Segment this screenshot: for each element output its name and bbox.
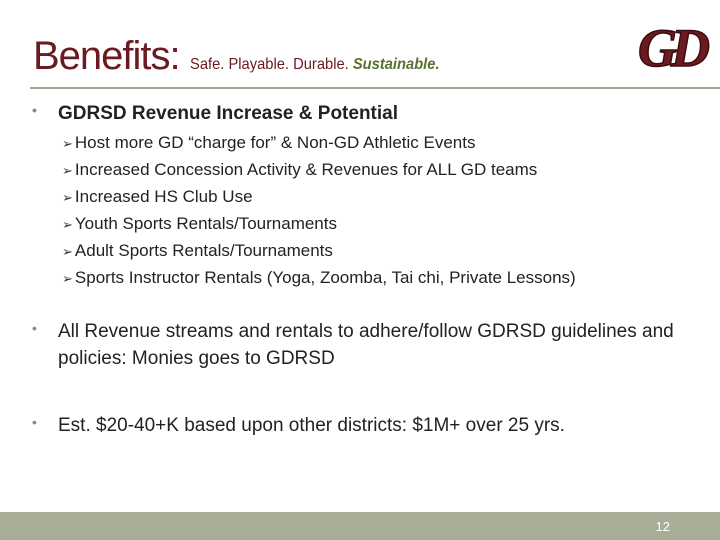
sub-item: ➢ Host more GD “charge for” & Non-GD Athl… bbox=[62, 133, 476, 152]
gd-logo: GD bbox=[637, 17, 710, 76]
sub-item: ➢ Increased HS Club Use bbox=[62, 187, 253, 206]
sub-item: ➢ Youth Sports Rentals/Tournaments bbox=[62, 214, 337, 233]
bullet-revenue-streams: • All Revenue streams and rentals to adh… bbox=[32, 319, 692, 372]
arrow-bullet-icon: ➢ bbox=[62, 190, 73, 205]
arrow-bullet-icon: ➢ bbox=[62, 271, 73, 286]
bullet-dot-icon: • bbox=[32, 102, 37, 118]
bullet-dot-icon: • bbox=[32, 320, 37, 336]
logo-text: GD bbox=[638, 18, 709, 76]
page-number: 12 bbox=[655, 519, 670, 534]
sub-item: ➢ Adult Sports Rentals/Tournaments bbox=[62, 241, 333, 260]
title-divider bbox=[30, 87, 720, 89]
bullet-text: Est. $20-40+K based upon other districts… bbox=[58, 415, 565, 436]
sub-item: ➢ Increased Concession Activity & Revenue… bbox=[62, 160, 538, 179]
bullet-text: GDRSD Revenue Increase & Potential bbox=[58, 103, 398, 124]
subtitle-emphasis: Sustainable. bbox=[352, 56, 440, 73]
footer-bar: 12 bbox=[0, 512, 720, 540]
arrow-bullet-icon: ➢ bbox=[62, 163, 73, 178]
arrow-bullet-icon: ➢ bbox=[62, 244, 73, 259]
bullet-text: All Revenue streams and rentals to adher… bbox=[58, 321, 674, 369]
bullet-estimate: • Est. $20-40+K based upon other distric… bbox=[32, 413, 692, 440]
sub-list: ➢ Host more GD “charge for” & Non-GD Athl… bbox=[62, 130, 576, 292]
title-subtitle: Safe. Playable. Durable. Sustainable. bbox=[190, 56, 440, 74]
bullet-revenue: • GDRSD Revenue Increase & Potential bbox=[32, 101, 398, 128]
slide-title: Benefits: Safe. Playable. Durable. Susta… bbox=[33, 34, 461, 79]
sub-item: ➢ Sports Instructor Rentals (Yoga, Zoomba… bbox=[62, 268, 576, 287]
arrow-bullet-icon: ➢ bbox=[62, 217, 73, 232]
title-main: Benefits: bbox=[33, 34, 181, 78]
bullet-dot-icon: • bbox=[32, 414, 37, 430]
arrow-bullet-icon: ➢ bbox=[62, 136, 73, 151]
subtitle-plain: Safe. Playable. Durable. bbox=[190, 56, 349, 73]
